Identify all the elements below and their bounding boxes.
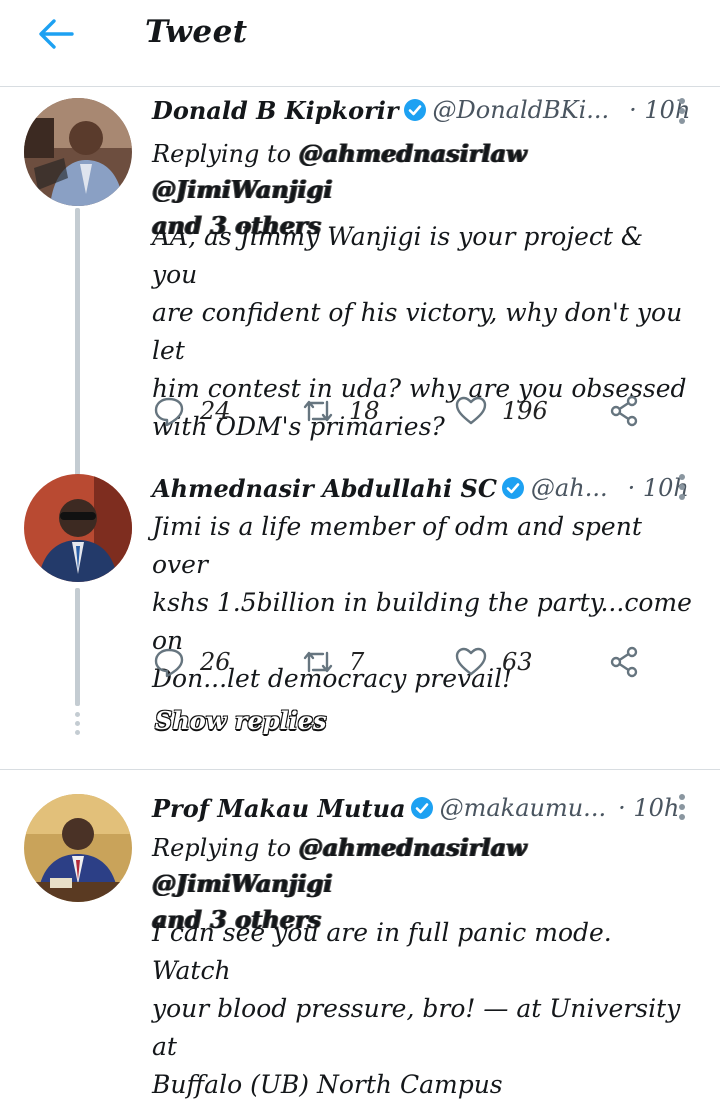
avatar[interactable]	[24, 98, 132, 206]
thread-line	[75, 588, 80, 706]
thread-ellipsis-icon	[74, 712, 82, 739]
mention-link[interactable]: @JimiWanjigi	[152, 869, 333, 898]
reply-count: 24	[200, 397, 231, 425]
timestamp[interactable]: · 10h	[618, 794, 679, 822]
reply-button[interactable]: 24	[152, 394, 290, 428]
reply-icon	[154, 648, 184, 678]
tweet-header: Prof Makau Mutua @makaumu... · 10h	[152, 788, 679, 828]
more-options-icon[interactable]	[676, 98, 688, 128]
reply-button[interactable]: 26	[152, 645, 290, 679]
share-icon	[610, 395, 638, 427]
verified-badge-icon	[410, 796, 434, 820]
retweet-icon	[303, 400, 333, 422]
tweet-text-line: are confident of his victory, why don't …	[152, 298, 683, 365]
tweet-card[interactable]: Donald B Kipkorir @DonaldBKi... · 10h Re…	[0, 86, 720, 468]
tweet-header: Ahmednasir Abdullahi SC @ah... · 10h	[152, 468, 689, 508]
avatar[interactable]	[24, 474, 132, 582]
replying-prefix: Replying to	[152, 834, 292, 862]
page-title: Tweet	[145, 14, 248, 50]
tweet-actions: 24 18 196	[152, 391, 652, 431]
tweet-actions: 26 7 63	[152, 642, 652, 682]
tweet-text-line: Jimi is a life member of odm and spent o…	[152, 512, 642, 579]
mention-link[interactable]: @ahmednasirlaw	[299, 139, 527, 168]
mention-link[interactable]: @ahmednasirlaw	[299, 833, 527, 862]
avatar[interactable]	[24, 794, 132, 902]
share-button[interactable]	[607, 645, 641, 679]
mention-link[interactable]: @JimiWanjigi	[152, 175, 333, 204]
verified-badge-icon	[403, 98, 427, 122]
heart-icon	[455, 647, 487, 676]
back-arrow-icon[interactable]	[36, 14, 76, 54]
like-count: 196	[502, 397, 548, 425]
retweet-button[interactable]: 18	[301, 394, 443, 428]
reply-icon	[154, 397, 184, 427]
reply-count: 26	[200, 648, 231, 676]
tweet-header: Donald B Kipkorir @DonaldBKi... · 10h	[152, 90, 690, 130]
like-count: 63	[502, 648, 533, 676]
app-header: Tweet	[0, 0, 720, 87]
share-button[interactable]	[607, 394, 641, 428]
share-icon	[610, 646, 638, 678]
retweet-icon	[303, 651, 333, 673]
tweet-card[interactable]: Ahmednasir Abdullahi SC @ah... · 10h Jim…	[0, 464, 720, 766]
more-options-icon[interactable]	[676, 474, 688, 504]
author-handle[interactable]: @DonaldBKi...	[433, 96, 610, 124]
retweet-count: 18	[349, 397, 380, 425]
tweet-text: I can see you are in full panic mode. Wa…	[152, 914, 692, 1104]
like-button[interactable]: 196	[454, 394, 596, 428]
tweet-text-line: your blood pressure, bro! — at Universit…	[152, 994, 681, 1061]
tweet-text-line: Buffalo (UB) North Campus	[152, 1070, 503, 1099]
tweet-card[interactable]: Prof Makau Mutua @makaumu... · 10h Reply…	[0, 770, 720, 1099]
replying-prefix: Replying to	[152, 140, 292, 168]
retweet-count: 7	[349, 648, 365, 676]
retweet-button[interactable]: 7	[301, 645, 443, 679]
more-options-icon[interactable]	[676, 794, 688, 824]
verified-badge-icon	[501, 476, 525, 500]
heart-icon	[455, 396, 487, 425]
author-name[interactable]: Ahmednasir Abdullahi SC	[152, 474, 497, 503]
tweet-text-line: AA, as Jimmy Wanjigi is your project & y…	[152, 222, 644, 289]
author-name[interactable]: Donald B Kipkorir	[152, 96, 399, 125]
author-name[interactable]: Prof Makau Mutua	[152, 794, 406, 823]
like-button[interactable]: 63	[454, 645, 596, 679]
author-handle[interactable]: @ah...	[531, 474, 608, 502]
thread-line	[75, 208, 80, 468]
tweet-text-line: I can see you are in full panic mode. Wa…	[152, 918, 612, 985]
author-handle[interactable]: @makaumu...	[440, 794, 606, 822]
show-replies-link[interactable]: Show replies	[155, 706, 327, 735]
